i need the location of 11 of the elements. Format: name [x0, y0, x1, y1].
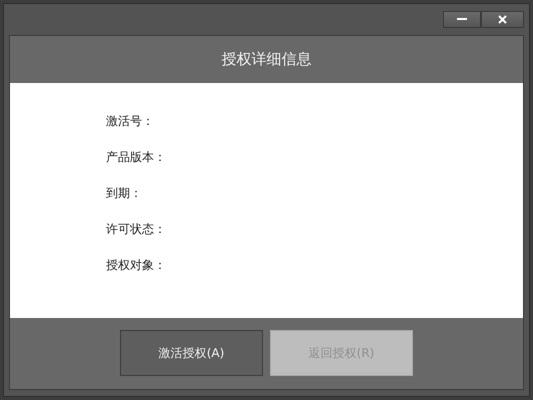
field-label: 产品版本：	[106, 149, 166, 165]
field-label: 激活号：	[106, 113, 154, 129]
dialog-title: 授权详细信息	[222, 50, 312, 69]
minimize-button[interactable]	[443, 11, 481, 28]
close-icon	[498, 15, 507, 24]
field-label: 许可状态：	[106, 221, 166, 237]
minimize-icon	[457, 18, 467, 21]
field-label: 授权对象：	[106, 257, 166, 273]
field-label: 到期：	[106, 185, 142, 201]
activate-button[interactable]: 激活授权(A)	[120, 330, 263, 376]
close-button[interactable]	[481, 11, 524, 28]
